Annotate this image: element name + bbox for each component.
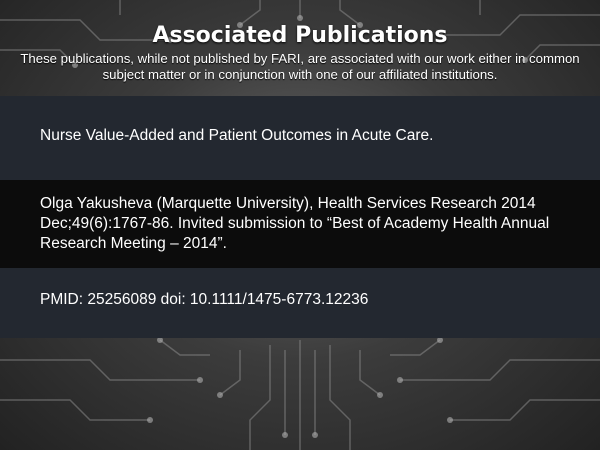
publication-title-panel: Nurse Value-Added and Patient Outcomes i…	[0, 96, 600, 180]
publication-identifiers-panel: PMID: 25256089 doi: 10.1111/1475-6773.12…	[0, 268, 600, 338]
page-subtitle: These publications, while not published …	[20, 51, 580, 82]
publication-identifiers: PMID: 25256089 doi: 10.1111/1475-6773.12…	[40, 291, 369, 308]
publication-citation: Olga Yakusheva (Marquette University), H…	[40, 195, 550, 252]
publication-citation-panel: Olga Yakusheva (Marquette University), H…	[0, 180, 600, 268]
publication-title: Nurse Value-Added and Patient Outcomes i…	[40, 127, 434, 144]
page-title: Associated Publications	[152, 23, 448, 48]
header: Associated Publications These publicatio…	[0, 22, 600, 83]
